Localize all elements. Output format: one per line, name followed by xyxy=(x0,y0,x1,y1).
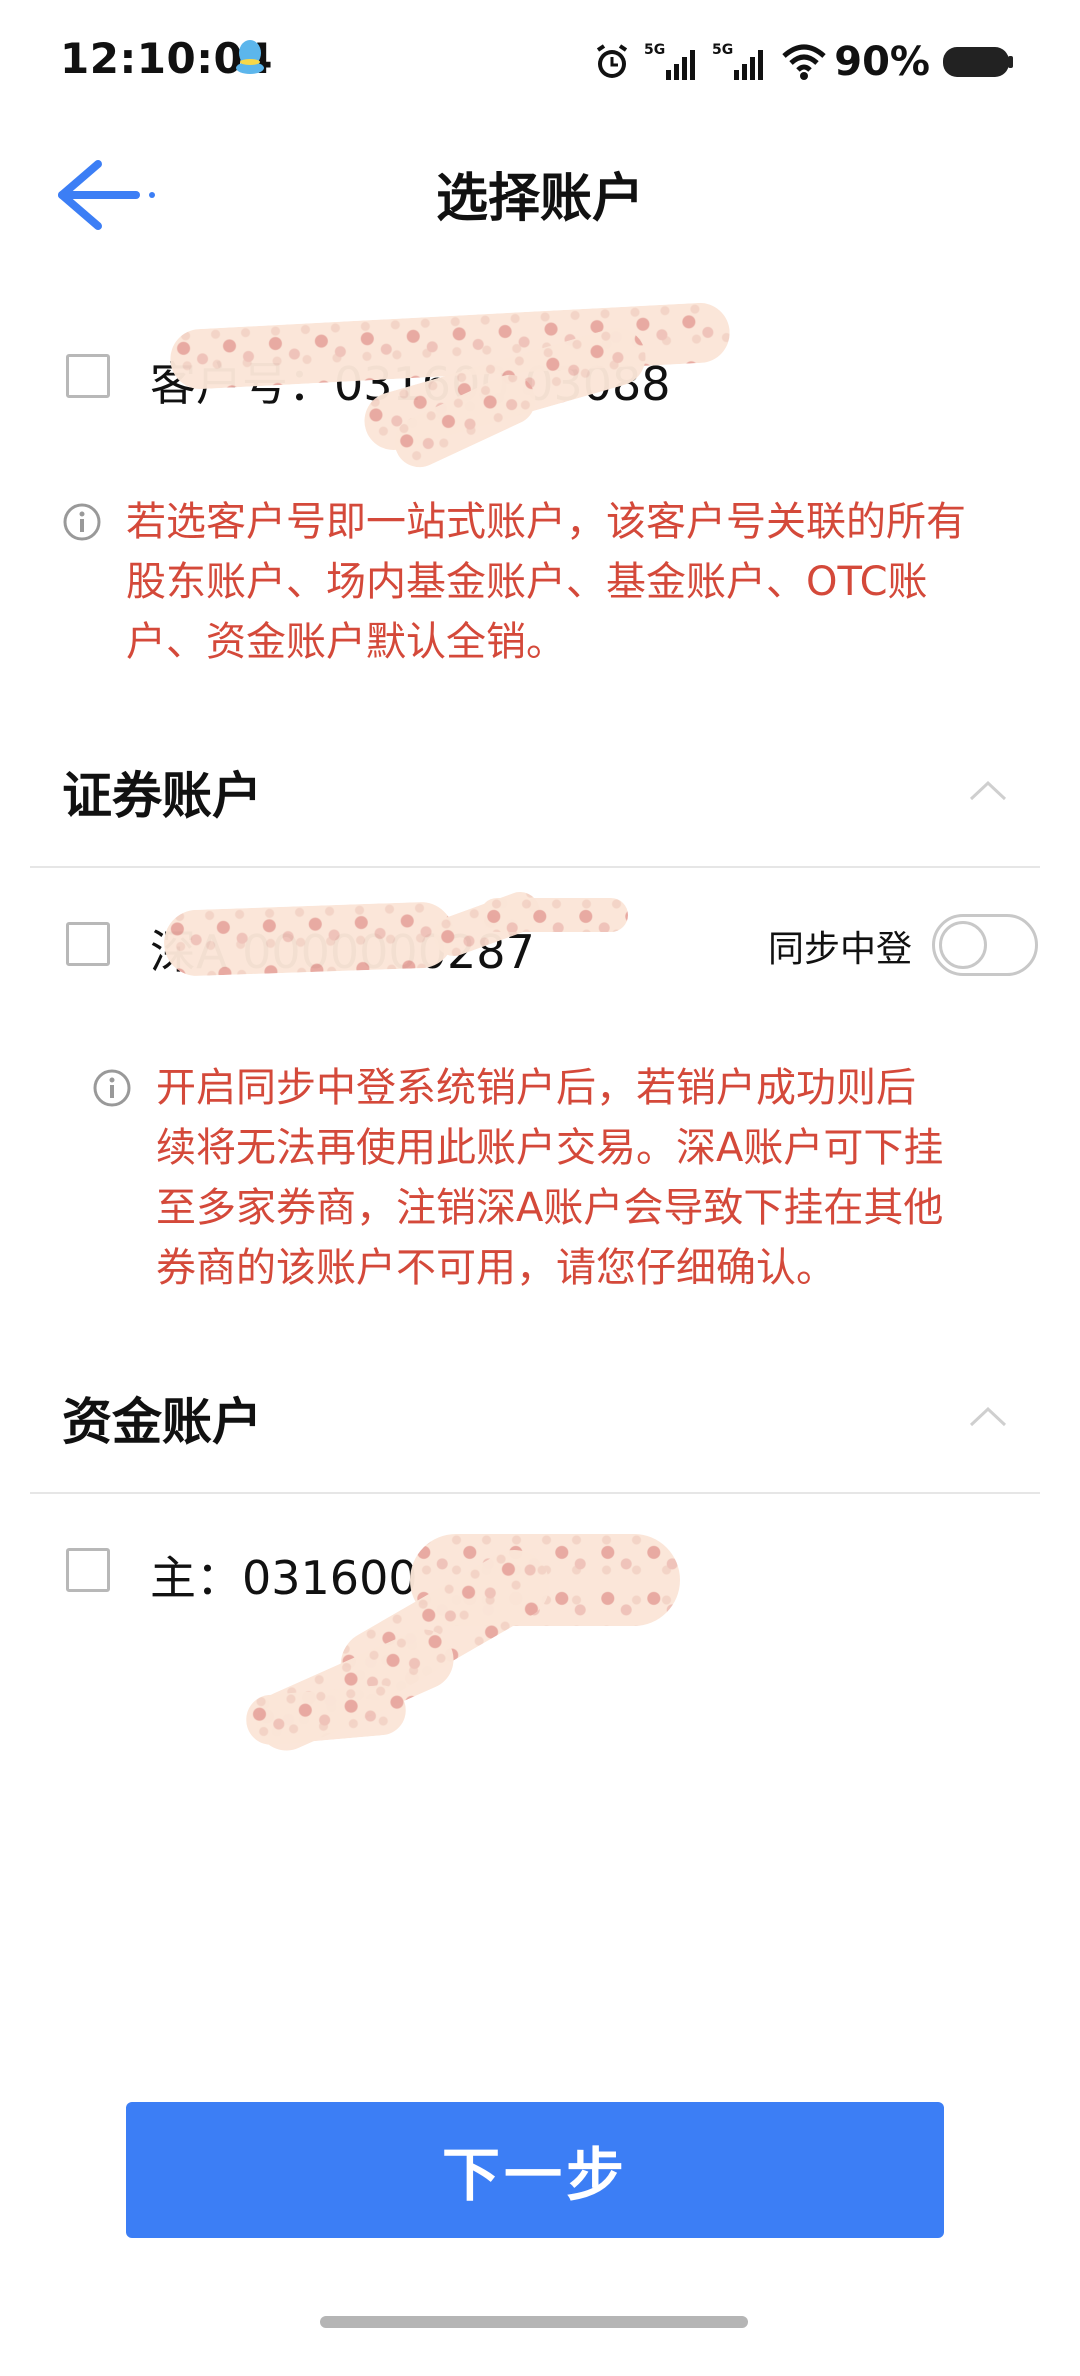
battery-icon xyxy=(943,47,1013,77)
note-line: 若选客户号即一站式账户，该客户号关联的所有 xyxy=(126,499,966,545)
svg-text:5G: 5G xyxy=(712,42,733,58)
note-line: 户、资金账户默认全销。 xyxy=(126,619,566,665)
note-line: 续将无法再使用此账户交易。深A账户可下挂 xyxy=(156,1125,944,1171)
fund-account-label: 主：031600 xyxy=(150,1551,418,1605)
toggle-knob xyxy=(939,921,987,969)
note-line: 开启同步中登系统销户后，若销户成功则后 xyxy=(156,1065,916,1111)
page-title: 选择账户 xyxy=(435,169,644,229)
wifi-icon xyxy=(782,44,826,80)
fund-account-checkbox[interactable] xyxy=(66,1548,110,1592)
customer-account-note: 若选客户号即一站式账户，该客户号关联的所有 股东账户、场内基金账户、基金账户、O… xyxy=(126,492,1026,672)
info-icon xyxy=(93,1069,131,1107)
sync-csdc-label: 同步中登 xyxy=(768,929,913,970)
securities-account-note: 开启同步中登系统销户后，若销户成功则后 续将无法再使用此账户交易。深A账户可下挂… xyxy=(156,1058,1026,1298)
sync-csdc-toggle[interactable] xyxy=(932,914,1038,976)
home-indicator[interactable] xyxy=(320,2316,748,2328)
status-bar: 12:10:04 5G 5G 90% xyxy=(0,0,1080,120)
redaction-mark xyxy=(162,900,456,978)
note-line: 股东账户、场内基金账户、基金账户、OTC账 xyxy=(126,559,928,605)
securities-section-title: 证券账户 xyxy=(62,767,262,825)
chevron-up-icon[interactable] xyxy=(968,778,1008,802)
status-icons: 5G 5G 90% xyxy=(592,38,1014,86)
note-line: 至多家券商，注销深A账户会导致下挂在其他 xyxy=(156,1185,944,1231)
alarm-icon xyxy=(597,44,628,78)
note-line: 券商的该账户不可用，请您仔细确认。 xyxy=(156,1245,836,1291)
customer-account-checkbox[interactable] xyxy=(66,354,110,398)
info-icon xyxy=(63,503,101,541)
redaction-mark xyxy=(480,898,628,932)
chevron-up-icon[interactable] xyxy=(968,1404,1008,1428)
divider xyxy=(30,866,1040,868)
battery-percent: 90% xyxy=(834,39,930,85)
svg-text:5G: 5G xyxy=(644,42,665,58)
signal-5g-icon: 5G xyxy=(712,42,764,80)
next-step-button[interactable]: 下一步 xyxy=(126,2102,944,2238)
redaction-mark xyxy=(244,1683,408,1747)
fund-section-title: 资金账户 xyxy=(62,1393,262,1451)
securities-account-checkbox[interactable] xyxy=(66,922,110,966)
qq-icon xyxy=(236,40,264,74)
divider xyxy=(30,1492,1040,1494)
signal-5g-icon: 5G xyxy=(644,42,696,80)
